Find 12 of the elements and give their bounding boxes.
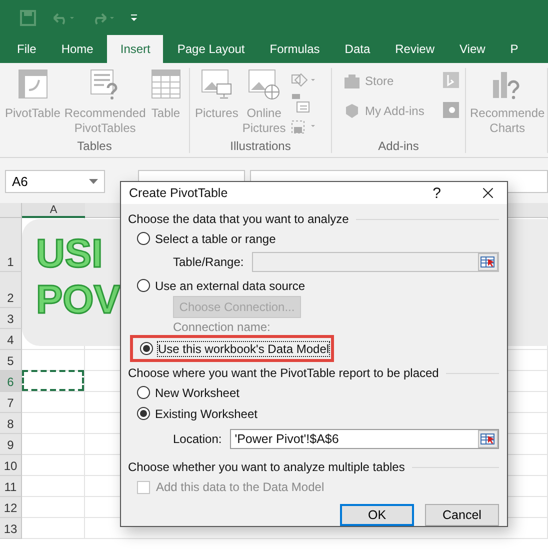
- group-label: Add-ins: [377, 139, 420, 153]
- field-label: Table/Range:: [173, 255, 244, 269]
- banner-title: POV: [36, 277, 120, 323]
- section-heading: Choose the data that you want to analyze: [128, 212, 349, 226]
- group-label: Tables: [76, 139, 113, 153]
- section-heading: Choose where you want the PivotTable report to be placed: [128, 366, 439, 380]
- banner-title: USI: [36, 231, 103, 277]
- field-label: Location:: [173, 432, 222, 446]
- section-heading: Choose whether you want to analyze multiple tables: [128, 460, 405, 474]
- group-label: Illustrations: [229, 139, 292, 153]
- connection-name-label: Connection name:: [172, 320, 272, 334]
- dialog-title: Create PivotTable: [129, 186, 229, 200]
